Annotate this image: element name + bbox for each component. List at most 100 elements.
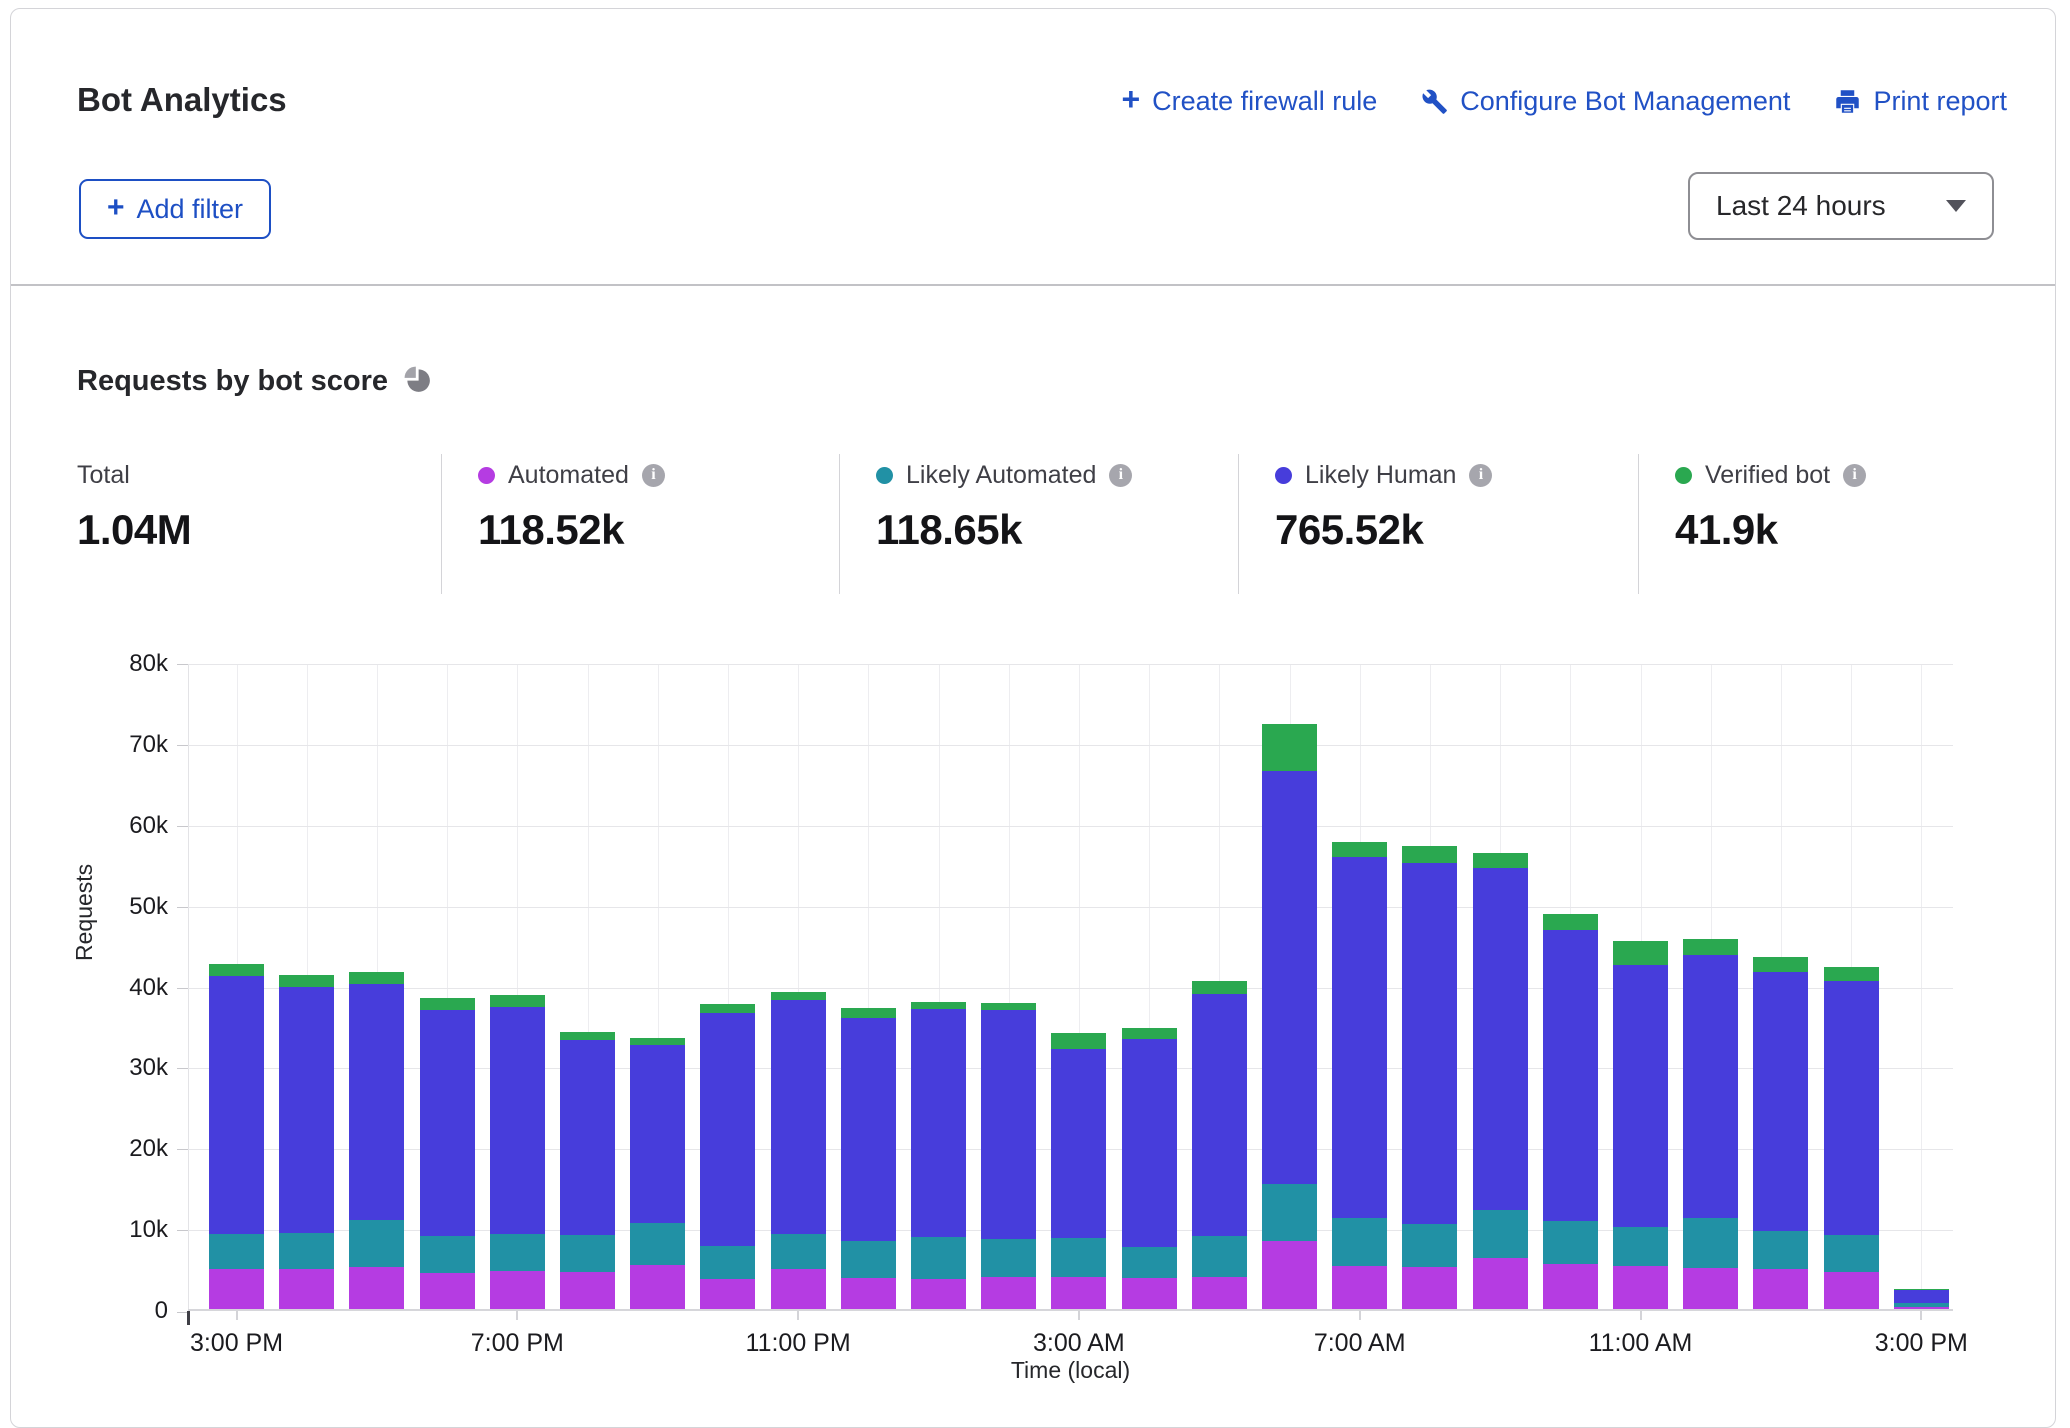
bar-6-00-am[interactable] xyxy=(1262,724,1317,1309)
plus-icon: + xyxy=(1121,83,1140,115)
bar-12-00-am[interactable] xyxy=(841,1008,896,1309)
bar-segment-verified-bot xyxy=(1122,1028,1177,1039)
page-title: Bot Analytics xyxy=(77,81,287,119)
bar-segment-automated xyxy=(841,1278,896,1309)
bar-segment-automated xyxy=(771,1269,826,1309)
y-tick-label: 70k xyxy=(96,731,168,759)
bar-segment-likely-automated xyxy=(1473,1210,1528,1258)
bar-8-00-pm[interactable] xyxy=(560,1032,615,1309)
bar-10-00-am[interactable] xyxy=(1543,914,1598,1309)
bar-4-00-am[interactable] xyxy=(1122,1028,1177,1309)
bar-segment-verified-bot xyxy=(1332,842,1387,857)
bar-9-00-am[interactable] xyxy=(1473,853,1528,1309)
bar-3-00-pm[interactable] xyxy=(1894,1289,1949,1309)
bar-1-00-pm[interactable] xyxy=(1753,957,1808,1309)
bar-segment-verified-bot xyxy=(841,1008,896,1018)
bar-segment-verified-bot xyxy=(560,1032,615,1040)
bar-2-00-am[interactable] xyxy=(981,1002,1036,1309)
info-icon[interactable]: i xyxy=(1843,464,1866,487)
bar-segment-likely-automated xyxy=(911,1237,966,1279)
create-firewall-rule-link[interactable]: + Create firewall rule xyxy=(1121,85,1377,117)
time-range-select[interactable]: Last 24 hours xyxy=(1688,172,1994,240)
bar-11-00-am[interactable] xyxy=(1613,941,1668,1309)
bar-segment-verified-bot xyxy=(1753,957,1808,972)
bar-7-00-pm[interactable] xyxy=(490,995,545,1309)
bar-segment-likely-human xyxy=(1473,868,1528,1210)
bar-6-00-pm[interactable] xyxy=(420,998,475,1309)
add-filter-button[interactable]: + Add filter xyxy=(79,179,271,239)
print-report-label: Print report xyxy=(1873,86,2007,117)
bar-segment-automated xyxy=(209,1269,264,1309)
bar-8-00-am[interactable] xyxy=(1402,846,1457,1309)
stat-label: Verified bot xyxy=(1705,461,1830,490)
bar-segment-likely-automated xyxy=(420,1236,475,1272)
bar-segment-likely-automated xyxy=(209,1234,264,1270)
bar-segment-likely-human xyxy=(420,1010,475,1236)
x-axis-title: Time (local) xyxy=(188,1357,1953,1384)
x-tick-label: 3:00 AM xyxy=(999,1329,1159,1358)
bar-4-00-pm[interactable] xyxy=(279,975,334,1309)
bar-5-00-pm[interactable] xyxy=(349,972,404,1309)
bar-segment-likely-automated xyxy=(981,1239,1036,1276)
header-divider xyxy=(11,284,2055,286)
plus-icon: + xyxy=(107,193,125,223)
print-report-link[interactable]: Print report xyxy=(1834,86,2007,117)
stat-label: Automated xyxy=(508,461,629,490)
bar-segment-likely-automated xyxy=(630,1223,685,1264)
bar-11-00-pm[interactable] xyxy=(771,992,826,1309)
bar-segment-verified-bot xyxy=(1683,939,1738,954)
bar-segment-likely-human xyxy=(1402,863,1457,1225)
bar-7-00-am[interactable] xyxy=(1332,842,1387,1309)
bar-segment-verified-bot xyxy=(1473,853,1528,868)
x-tick-mark xyxy=(797,1311,799,1320)
bar-segment-likely-automated xyxy=(349,1220,404,1267)
x-tick-mark xyxy=(1078,1311,1080,1320)
configure-bot-management-link[interactable]: Configure Bot Management xyxy=(1421,86,1790,117)
section-title: Requests by bot score xyxy=(77,365,388,398)
bar-segment-verified-bot xyxy=(279,975,334,987)
bar-segment-likely-human xyxy=(1192,994,1247,1236)
bar-12-00-pm[interactable] xyxy=(1683,939,1738,1309)
y-tick-label: 80k xyxy=(96,650,168,678)
bar-segment-likely-automated xyxy=(841,1241,896,1278)
bar-3-00-pm[interactable] xyxy=(209,964,264,1309)
x-tick-label: 11:00 AM xyxy=(1561,1329,1721,1358)
bar-segment-verified-bot xyxy=(1402,846,1457,862)
bar-segment-likely-automated xyxy=(1262,1184,1317,1241)
y-tick-mark xyxy=(177,1068,188,1069)
stat-head: Likely Automatedi xyxy=(876,458,1238,492)
x-tick-mark xyxy=(1640,1311,1642,1320)
bar-segment-automated xyxy=(1192,1277,1247,1309)
bar-segment-likely-human xyxy=(911,1009,966,1237)
header-actions: + Create firewall rule Configure Bot Man… xyxy=(1121,85,2007,117)
bar-9-00-pm[interactable] xyxy=(630,1038,685,1309)
bar-segment-likely-automated xyxy=(1332,1218,1387,1266)
stats-row: Total1.04MAutomatedi118.52kLikely Automa… xyxy=(11,454,2057,594)
info-icon[interactable]: i xyxy=(1109,464,1132,487)
x-tick-label: 3:00 PM xyxy=(1841,1329,2001,1358)
x-tick-mark xyxy=(1920,1311,1922,1320)
bar-segment-likely-automated xyxy=(490,1234,545,1271)
legend-dot xyxy=(876,467,893,484)
info-icon[interactable]: i xyxy=(1469,464,1492,487)
stat-label: Likely Human xyxy=(1305,461,1456,490)
bar-segment-verified-bot xyxy=(1192,981,1247,994)
bar-segment-likely-human xyxy=(1753,972,1808,1232)
y-tick-label: 30k xyxy=(96,1054,168,1082)
bar-1-00-am[interactable] xyxy=(911,1002,966,1309)
bar-segment-likely-human xyxy=(490,1007,545,1233)
bar-segment-likely-human xyxy=(1051,1049,1106,1238)
horizontal-gridline xyxy=(188,826,1953,827)
y-tick-mark xyxy=(177,664,188,665)
bar-10-00-pm[interactable] xyxy=(700,1004,755,1309)
y-tick-mark xyxy=(177,1149,188,1150)
info-icon[interactable]: i xyxy=(642,464,665,487)
bar-2-00-pm[interactable] xyxy=(1824,967,1879,1309)
x-tick-label: 11:00 PM xyxy=(718,1329,878,1358)
bar-3-00-am[interactable] xyxy=(1051,1033,1106,1309)
stat-head: Verified bot i xyxy=(1675,458,2057,492)
bar-5-00-am[interactable] xyxy=(1192,981,1247,1309)
bar-segment-likely-human xyxy=(981,1010,1036,1240)
add-filter-label: Add filter xyxy=(136,194,243,225)
y-tick-label: 40k xyxy=(96,974,168,1002)
